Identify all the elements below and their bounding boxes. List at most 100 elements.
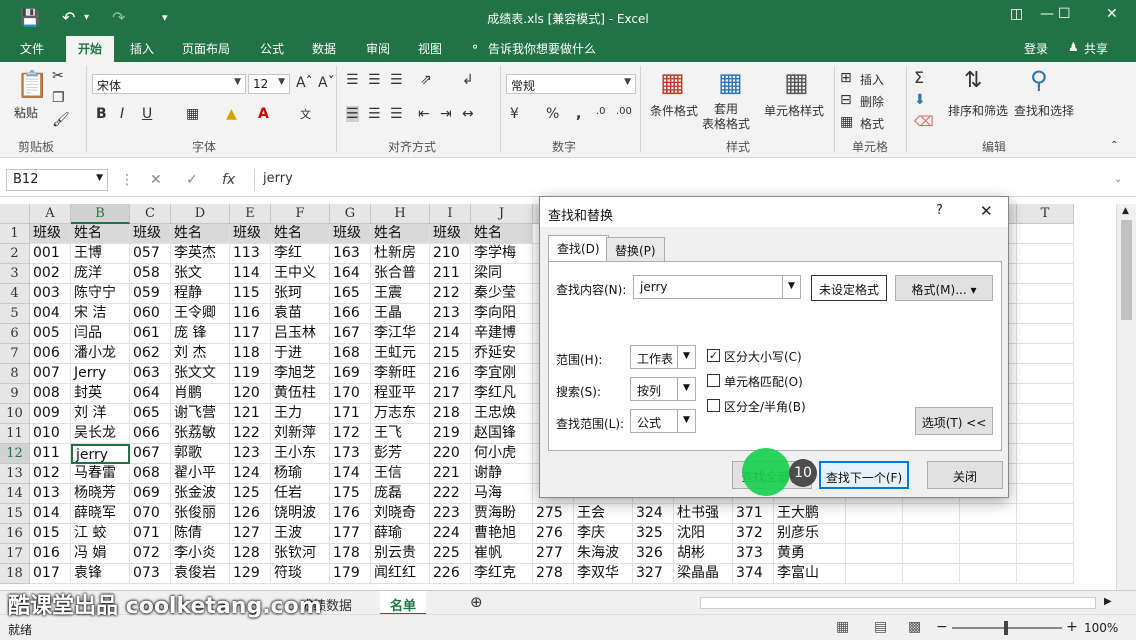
column-header[interactable]: A [30,204,71,224]
table-cell[interactable] [1017,424,1074,444]
zoom-out-icon[interactable]: − [936,619,948,635]
align-center-icon[interactable]: ☰ [368,106,381,122]
close-button[interactable]: 关闭 [927,461,1003,489]
bold-icon[interactable]: B [96,106,107,122]
percent-icon[interactable]: % [546,106,559,122]
table-cell[interactable] [903,524,960,544]
table-cell[interactable]: 220 [430,444,471,464]
cell-styles-icon[interactable]: ▦ [784,68,809,98]
page-break-view-icon[interactable]: ▩ [908,619,921,635]
fill-color-icon[interactable]: ▲ [226,106,237,122]
table-cell[interactable]: 谢飞营 [171,404,230,424]
tab-data[interactable]: 数据 [312,40,336,57]
table-cell[interactable]: 276 [533,524,574,544]
tab-find[interactable]: 查找(D) [548,235,609,262]
table-cell[interactable]: 221 [430,464,471,484]
cut-icon[interactable]: ✂ [52,68,64,84]
table-cell[interactable]: 李小炎 [171,544,230,564]
table-cell[interactable]: 119 [230,364,271,384]
table-cell[interactable]: 170 [330,384,371,404]
table-cell[interactable]: 李宜刚 [471,364,533,384]
lightbulb-icon[interactable]: ⚬ [470,40,480,54]
delete-cells-icon[interactable]: ⊟ [840,92,852,108]
insert-cells-icon[interactable]: ⊞ [840,70,852,86]
table-cell[interactable]: 120 [230,384,271,404]
table-cell[interactable]: 王信 [371,464,430,484]
table-cell[interactable]: 梁同 [471,264,533,284]
table-cell[interactable]: 222 [430,484,471,504]
table-cell[interactable]: 177 [330,524,371,544]
sort-filter-button[interactable]: 排序和筛选 [948,102,1008,119]
table-cell[interactable]: 程静 [171,284,230,304]
table-cell[interactable]: 278 [533,564,574,584]
table-cell[interactable]: 潘小龙 [71,344,130,364]
delete-cells-button[interactable]: 删除 [860,93,884,110]
maximize-icon[interactable]: ☐ [1058,6,1071,22]
table-cell[interactable] [1017,564,1074,584]
table-cell[interactable]: 袁锋 [71,564,130,584]
table-cell[interactable]: 373 [733,544,774,564]
align-bottom-icon[interactable]: ☰ [390,72,403,88]
page-layout-view-icon[interactable]: ▤ [874,619,887,635]
table-cell[interactable]: 061 [130,324,171,344]
table-cell[interactable]: 124 [230,464,271,484]
collapse-ribbon-icon[interactable]: ⌃ [1110,140,1118,151]
table-cell[interactable] [846,504,903,524]
table-cell[interactable] [1017,344,1074,364]
table-cell[interactable]: 374 [733,564,774,584]
cancel-icon[interactable]: ✕ [150,172,162,188]
table-cell[interactable]: Jerry [71,364,130,384]
user-icon[interactable]: ♟ [1068,40,1079,54]
row-header[interactable]: 13 [0,464,30,484]
table-cell[interactable]: 吕玉林 [271,324,330,344]
scrollbar-thumb[interactable] [1121,220,1132,320]
zoom-level[interactable]: 100% [1084,621,1118,635]
table-cell[interactable]: 胡彬 [674,544,733,564]
column-header[interactable]: G [330,204,371,224]
table-cell[interactable]: 058 [130,264,171,284]
table-cell[interactable]: 062 [130,344,171,364]
table-cell[interactable]: 126 [230,504,271,524]
table-cell[interactable]: 刘新萍 [271,424,330,444]
row-header[interactable]: 6 [0,324,30,344]
expand-formula-icon[interactable]: ⌄ [1114,174,1122,185]
table-cell[interactable]: 070 [130,504,171,524]
table-cell[interactable]: 张钦河 [271,544,330,564]
row-header[interactable]: 18 [0,564,30,584]
insert-cells-button[interactable]: 插入 [860,71,884,88]
column-header[interactable]: D [171,204,230,224]
table-cell[interactable]: 016 [30,544,71,564]
table-cell[interactable]: 213 [430,304,471,324]
table-cell[interactable]: 063 [130,364,171,384]
table-cell[interactable]: 黄勇 [774,544,846,564]
decrease-indent-icon[interactable]: ⇤ [418,106,430,122]
scroll-right-icon[interactable]: ▶ [1104,596,1112,607]
table-cell[interactable]: 223 [430,504,471,524]
table-cell[interactable]: 215 [430,344,471,364]
find-select-icon[interactable]: ⚲ [1030,66,1048,94]
match-entire-cell-checkbox[interactable] [707,374,720,387]
table-cell[interactable]: 212 [430,284,471,304]
table-cell[interactable]: 173 [330,444,371,464]
table-cell[interactable]: 王大鹏 [774,504,846,524]
table-cell[interactable]: 072 [130,544,171,564]
table-cell[interactable]: 乔延安 [471,344,533,364]
table-cell[interactable]: 张文文 [171,364,230,384]
row-header[interactable]: 7 [0,344,30,364]
paste-icon[interactable]: 📋 [16,70,48,100]
table-cell[interactable]: 王飞 [371,424,430,444]
table-cell[interactable]: 于进 [271,344,330,364]
table-cell[interactable]: 班级 [30,224,71,244]
table-cell[interactable]: 庞磊 [371,484,430,504]
table-cell[interactable] [1017,404,1074,424]
search-order-select[interactable]: 按列 ▼ [630,377,696,401]
table-cell[interactable] [846,564,903,584]
paste-button[interactable]: 粘贴 [14,104,38,121]
tab-formulas[interactable]: 公式 [260,40,284,57]
table-cell[interactable]: 王震 [371,284,430,304]
find-next-button[interactable]: 查找下一个(F) [819,461,909,489]
table-cell[interactable]: 117 [230,324,271,344]
tab-file[interactable]: 文件 [20,40,44,57]
table-cell[interactable]: 017 [30,564,71,584]
row-header[interactable]: 2 [0,244,30,264]
